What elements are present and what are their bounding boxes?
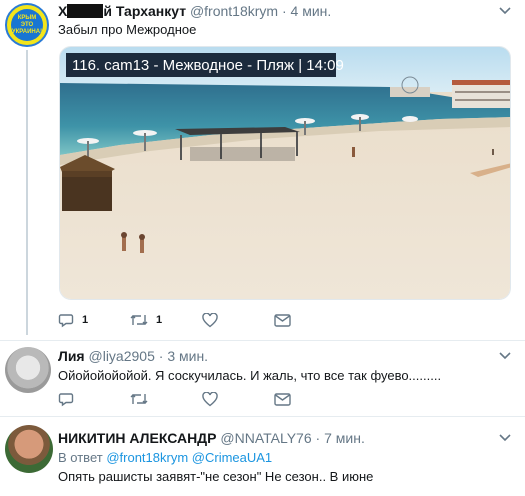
tweet[interactable]: НИКИТИН АЛЕКСАНДР @NNATALY76 · 7 мин. В …: [0, 416, 525, 496]
tweet-header: Хй Тарханкут @front18krym · 4 мин.: [58, 3, 331, 19]
chevron-down-icon[interactable]: [499, 431, 511, 445]
heart-icon: [202, 312, 218, 327]
like-button[interactable]: [202, 312, 274, 328]
envelope-icon: [274, 392, 291, 406]
tweet-photo[interactable]: 116. cam13 - Межводное - Пляж | 14:09: [59, 46, 511, 300]
avatar[interactable]: [5, 425, 53, 473]
reply-button[interactable]: [58, 391, 130, 407]
retweet-button[interactable]: 1: [130, 312, 202, 328]
tweet-text: Ойойойойойой. Я соскучилась. И жаль, что…: [58, 368, 442, 383]
display-name[interactable]: НИКИТИН АЛЕКСАНДР: [58, 430, 217, 446]
username[interactable]: @liya2905: [89, 348, 155, 364]
display-name[interactable]: Лия: [58, 348, 85, 364]
tweet-text: Опять рашисты заявят-"не сезон" Не сезон…: [58, 469, 374, 484]
tweet-header: Лия @liya2905 · 3 мин.: [58, 348, 208, 364]
reply-context: В ответ @front18krym @CrimeaUA1: [58, 450, 272, 465]
chevron-down-icon[interactable]: [499, 4, 511, 18]
avatar[interactable]: [5, 347, 51, 393]
timestamp[interactable]: 7 мин.: [324, 430, 365, 446]
thread-line: [26, 50, 28, 335]
reply-prefix: В ответ: [58, 450, 103, 465]
reply-user-link[interactable]: @front18krym: [106, 450, 188, 465]
username[interactable]: @NNATALY76: [220, 430, 311, 446]
reply-icon: [58, 314, 74, 328]
reply-button[interactable]: 1: [58, 312, 130, 328]
direct-message-button[interactable]: [274, 391, 346, 407]
redaction-bar: [67, 4, 104, 18]
tweet-actions: 1 1: [58, 312, 346, 328]
tweet-header: НИКИТИН АЛЕКСАНДР @NNATALY76 · 7 мин.: [58, 430, 365, 446]
tweet-text: Забыл про Межродное: [58, 22, 197, 37]
reply-user-link[interactable]: @CrimeaUA1: [192, 450, 272, 465]
timestamp[interactable]: 3 мин.: [167, 348, 208, 364]
timestamp[interactable]: 4 мин.: [291, 3, 332, 19]
like-button[interactable]: [202, 391, 274, 407]
tweet[interactable]: КРЫМ ЭТО УКРАИНА! Хй Тарханкут @front18k…: [0, 0, 525, 340]
camera-overlay-text: 116. cam13 - Межводное - Пляж | 14:09: [72, 57, 344, 74]
retweet-button[interactable]: [130, 391, 202, 407]
chevron-down-icon[interactable]: [499, 349, 511, 363]
retweet-count: 1: [156, 314, 163, 326]
separator-dot: ·: [281, 3, 287, 19]
envelope-icon: [274, 313, 291, 327]
display-name[interactable]: Хй Тарханкут: [58, 3, 186, 19]
reply-icon: [58, 393, 74, 407]
retweet-icon: [130, 315, 148, 325]
tweet-actions: [58, 391, 346, 407]
direct-message-button[interactable]: [274, 312, 346, 328]
avatar[interactable]: КРЫМ ЭТО УКРАИНА!: [5, 3, 49, 47]
reply-count: 1: [82, 314, 89, 326]
heart-icon: [202, 391, 218, 406]
avatar-text: КРЫМ ЭТО УКРАИНА!: [11, 14, 43, 35]
separator-dot: ·: [158, 348, 164, 364]
username[interactable]: @front18krym: [190, 3, 278, 19]
tweet[interactable]: Лия @liya2905 · 3 мин. Ойойойойойой. Я с…: [0, 340, 525, 416]
separator-dot: ·: [315, 430, 321, 446]
retweet-icon: [130, 394, 148, 404]
